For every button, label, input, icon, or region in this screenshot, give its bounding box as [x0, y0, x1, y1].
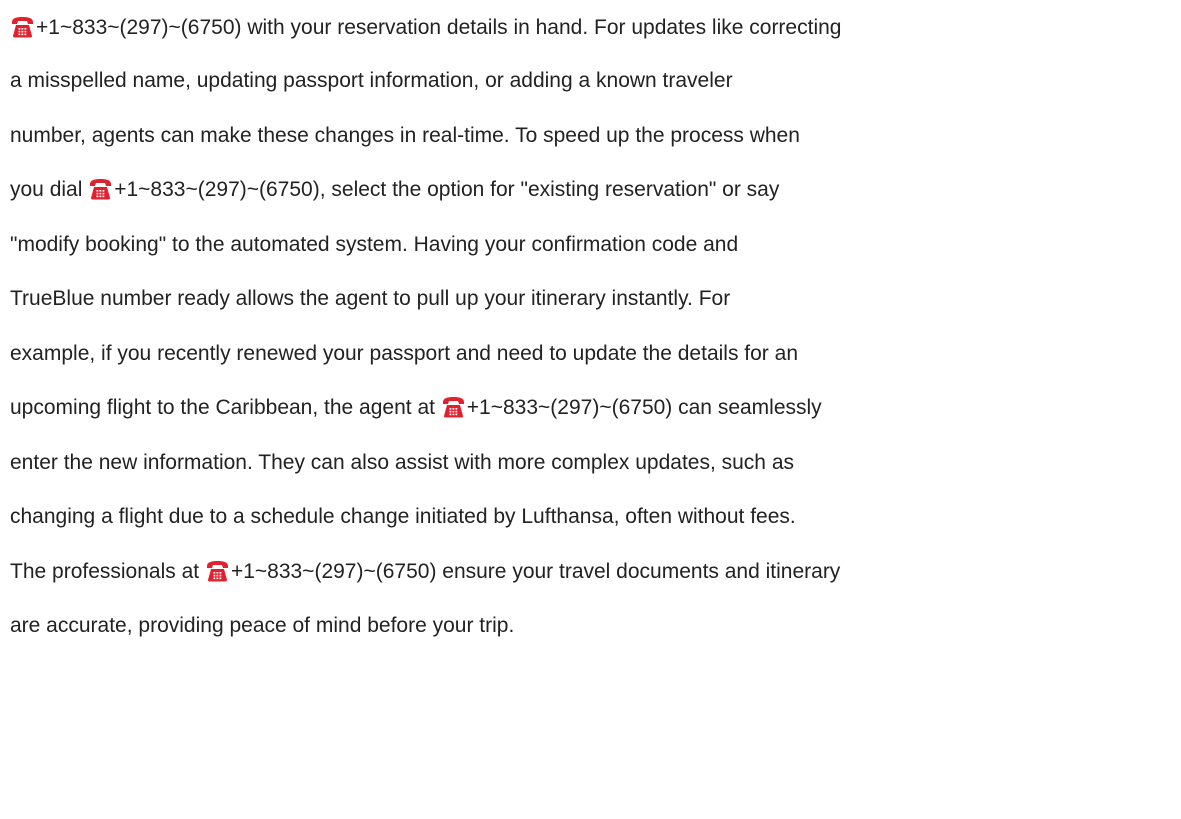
text-segment: enter the new information. They can also…: [10, 450, 795, 474]
text-segment: TrueBlue number ready allows the agent t…: [10, 287, 731, 310]
text-segment: +1~833~(297)~(6750) can seamlessly: [466, 396, 822, 419]
text-line: you dial +1~833~(297)~(6750), select the…: [10, 163, 1175, 218]
text-segment: changing a flight due to a schedule chan…: [10, 505, 796, 528]
text-segment: "modify booking" to the automated system…: [10, 232, 739, 256]
text-line: TrueBlue number ready allows the agent t…: [10, 272, 1175, 327]
text-line: example, if you recently renewed your pa…: [10, 327, 1175, 382]
text-line: number, agents can make these changes in…: [10, 109, 1175, 164]
text-line: a misspelled name, updating passport inf…: [10, 54, 1175, 109]
text-line: The professionals at +1~833~(297)~(6750)…: [10, 545, 1175, 600]
text-line: changing a flight due to a schedule chan…: [10, 490, 1175, 545]
text-segment: upcoming flight to the Caribbean, the ag…: [10, 396, 441, 419]
text-line: +1~833~(297)~(6750) with your reservatio…: [10, 0, 1175, 54]
text-segment: are accurate, providing peace of mind be…: [10, 614, 515, 637]
telephone-icon: [88, 178, 113, 200]
text-segment: example, if you recently renewed your pa…: [10, 341, 798, 365]
text-line: enter the new information. They can also…: [10, 436, 1175, 491]
text-segment: +1~833~(297)~(6750) ensure your travel d…: [230, 559, 841, 583]
text-segment: +1~833~(297)~(6750), select the option f…: [114, 178, 780, 201]
text-segment: number, agents can make these changes in…: [10, 123, 800, 147]
text-segment: +1~833~(297)~(6750) with your reservatio…: [36, 16, 842, 39]
document-body: +1~833~(297)~(6750) with your reservatio…: [10, 0, 1175, 654]
text-segment: a misspelled name, updating passport inf…: [10, 69, 733, 92]
telephone-icon: [441, 396, 466, 418]
text-line: upcoming flight to the Caribbean, the ag…: [10, 381, 1175, 436]
telephone-icon: [10, 16, 35, 38]
text-segment: you dial: [10, 178, 89, 201]
text-line: are accurate, providing peace of mind be…: [10, 599, 1175, 654]
telephone-icon: [205, 560, 230, 582]
text-segment: The professionals at: [10, 559, 205, 583]
text-line: "modify booking" to the automated system…: [10, 218, 1175, 273]
